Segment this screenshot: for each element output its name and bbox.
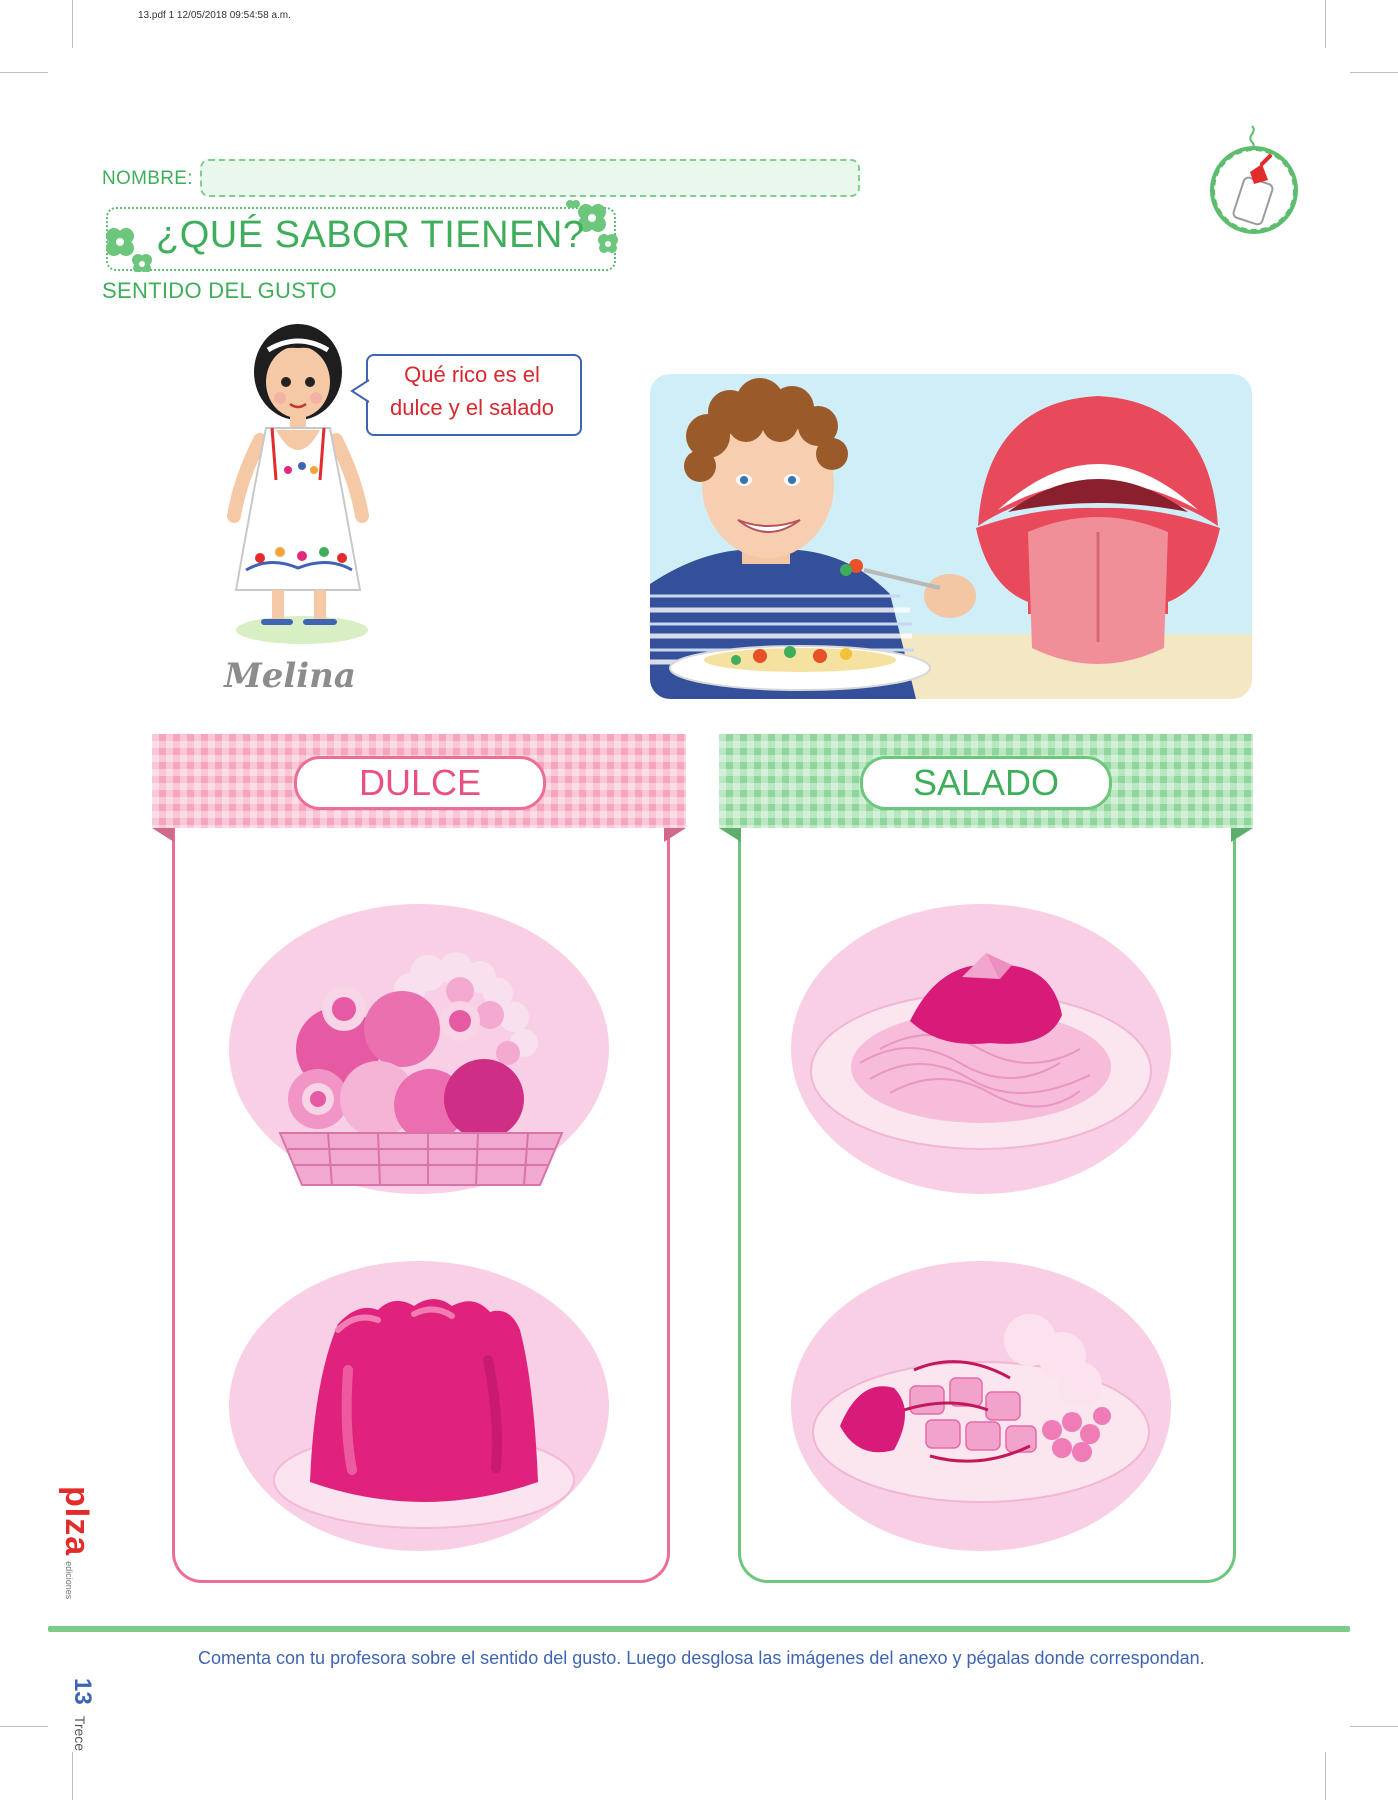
page-number-word: Trece (72, 1715, 88, 1752)
crop-mark (72, 1752, 73, 1800)
banner-fold (152, 828, 174, 842)
name-field[interactable] (200, 159, 860, 197)
tongue-illustration (976, 396, 1220, 664)
glue-bottle-icon (1210, 125, 1298, 234)
footer-rule (48, 1626, 1350, 1632)
instructions: Comenta con tu profesora sobre el sentid… (198, 1648, 1205, 1668)
speech-text: Qué rico es el dulce y el salado (366, 358, 578, 424)
page-number: 13 Trece (68, 1678, 96, 1751)
speech-line: dulce y el salado (390, 395, 554, 420)
banner-fold (719, 828, 741, 842)
taste-scene (650, 374, 1252, 699)
crop-mark (0, 72, 48, 73)
salado-label: SALADO (860, 756, 1112, 810)
spaghetti-image[interactable] (790, 903, 1172, 1195)
brand-logo: pIza ediciones (57, 1486, 96, 1599)
character-name: Melina (224, 656, 356, 696)
page-subtitle: SENTIDO DEL GUSTO (102, 278, 337, 303)
ceviche-image[interactable] (790, 1260, 1172, 1552)
jelly-dessert-image[interactable] (228, 1260, 610, 1552)
crop-mark (72, 0, 73, 48)
fruit-basket-image[interactable] (228, 903, 610, 1195)
banner-fold (1231, 828, 1253, 842)
crop-mark (1350, 72, 1398, 73)
flower-icon (106, 228, 152, 272)
name-label: NOMBRE: (102, 168, 193, 189)
page-title: ¿QUÉ SABOR TIENEN? (156, 214, 585, 256)
crop-mark (1325, 1752, 1326, 1800)
brand-subtitle: ediciones (64, 1561, 74, 1600)
crop-mark (0, 1726, 48, 1727)
girl-illustration (227, 324, 369, 644)
print-info: 13.pdf 1 12/05/2018 09:54:58 a.m. (138, 10, 291, 21)
banner-fold (664, 828, 686, 842)
crop-mark (1325, 0, 1326, 48)
page-number-digits: 13 (69, 1678, 96, 1705)
brand-name: pIza (58, 1486, 96, 1557)
speech-line: Qué rico es el (404, 362, 540, 387)
dulce-label: DULCE (294, 756, 546, 810)
crop-mark (1350, 1726, 1398, 1727)
